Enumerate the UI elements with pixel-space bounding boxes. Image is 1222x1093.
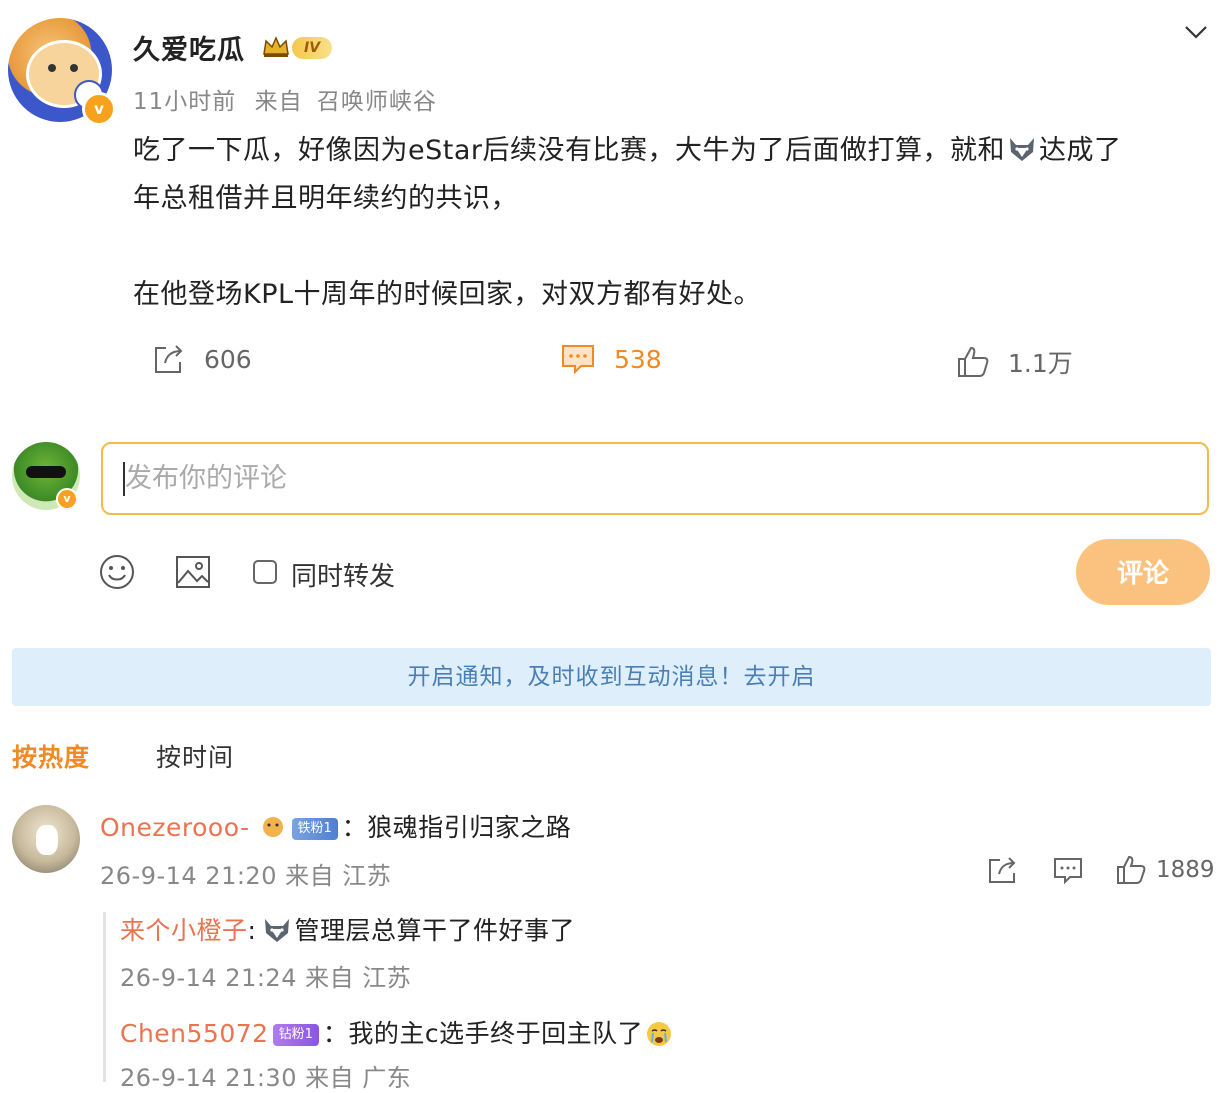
repost-icon (155, 345, 183, 373)
like-button[interactable]: 1.1万 (956, 344, 1073, 380)
comment-item: Onezerooo- 铁粉1 ：狼魂指引归家之路 (100, 808, 571, 844)
text-caret (123, 462, 125, 496)
reply-time: 26-9-14 21:24 来自 江苏 (120, 964, 412, 992)
thumbs-up-icon (958, 346, 989, 377)
reply-separator: : (247, 916, 257, 945)
post-time: 11小时前 (133, 89, 237, 115)
reply-thread-line (103, 912, 106, 1082)
comment-icon (562, 345, 594, 375)
notification-banner[interactable]: 开启通知，及时收到互动消息！去开启 (12, 648, 1211, 706)
comment-count: 538 (614, 344, 662, 374)
level-badge: IV (292, 37, 333, 59)
reply-author[interactable]: Chen55072 (120, 1019, 269, 1048)
repost-checkbox-label[interactable]: 同时转发 (291, 556, 395, 593)
post-text-line-3: 在他登场KPL十周年的时候回家，对双方都有好处。 (133, 279, 762, 310)
source-prefix: 来自 (254, 89, 303, 115)
thumbs-up-icon (1117, 855, 1146, 884)
crying-emoji-icon (647, 1022, 672, 1046)
reply-text: 管理层总算干了件好事了 (294, 916, 575, 945)
avatar-eye (48, 64, 56, 72)
comment-button[interactable]: 538 (560, 342, 662, 376)
reply-time: 26-9-14 21:30 来自 广东 (120, 1064, 412, 1092)
comment-text: ：狼魂指引归家之路 (341, 813, 572, 842)
repost-checkbox[interactable] (253, 560, 277, 584)
comment-input[interactable] (103, 444, 1207, 513)
reply-item: 来个小橙子: 管理层总算干了件好事了 (120, 911, 575, 947)
reply-author[interactable]: 来个小橙子 (120, 916, 248, 945)
tab-sort-hot[interactable]: 按热度 (12, 738, 90, 774)
repost-button[interactable]: 606 (152, 342, 252, 376)
wolf-emoji-icon (1009, 138, 1034, 161)
repost-icon[interactable] (987, 855, 1019, 885)
like-count: 1.1万 (1008, 349, 1073, 378)
fan-badge: 铁粉1 (291, 818, 338, 840)
author-name[interactable]: 久爱吃瓜 (133, 28, 245, 67)
wolf-emoji-icon (265, 919, 290, 942)
reply-item: Chen55072 钻粉1 ：我的主c选手终于回主队了 (120, 1014, 673, 1050)
post-text-segment: 吃了一下瓜，好像因为eStar后续没有比赛，大牛为了后面做打算，就和 (133, 135, 1005, 166)
verified-badge-icon: v (82, 92, 116, 126)
post-text-line-1: 吃了一下瓜，好像因为eStar后续没有比赛，大牛为了后面做打算，就和 达成了 (133, 127, 1213, 175)
fan-badge-icon (262, 817, 283, 837)
crown-icon (263, 36, 289, 57)
repost-count: 606 (204, 344, 252, 374)
chevron-down-icon[interactable] (1183, 22, 1209, 42)
comment-like-count: 1889 (1156, 857, 1215, 883)
comment-like-button[interactable]: 1889 (1116, 855, 1215, 885)
fan-badge: 钻粉1 (272, 1024, 319, 1046)
post-text-segment: 达成了 (1038, 135, 1122, 166)
emoji-icon[interactable] (99, 554, 135, 590)
avatar-face (36, 825, 58, 855)
comment-author[interactable]: Onezerooo- (100, 813, 250, 842)
comment-avatar[interactable] (12, 805, 80, 873)
image-icon[interactable] (175, 554, 211, 590)
verified-badge-icon: v (56, 488, 78, 510)
tab-sort-time[interactable]: 按时间 (156, 738, 234, 774)
avatar-eye (70, 64, 78, 72)
reply-text: ：我的主c选手终于回主队了 (322, 1019, 644, 1048)
post-meta: 11小时前 来自 召唤师峡谷 (133, 82, 437, 116)
avatar-glasses (26, 466, 66, 478)
post-source: 召唤师峡谷 (316, 89, 437, 115)
submit-comment-button[interactable]: 评论 (1076, 539, 1210, 605)
comment-input-box[interactable] (101, 442, 1209, 515)
post-text-line-2: 年总租借并且明年续约的共识， (133, 183, 518, 214)
comment-time: 26-9-14 21:20 来自 江苏 (100, 862, 392, 890)
comment-icon[interactable] (1052, 856, 1084, 886)
